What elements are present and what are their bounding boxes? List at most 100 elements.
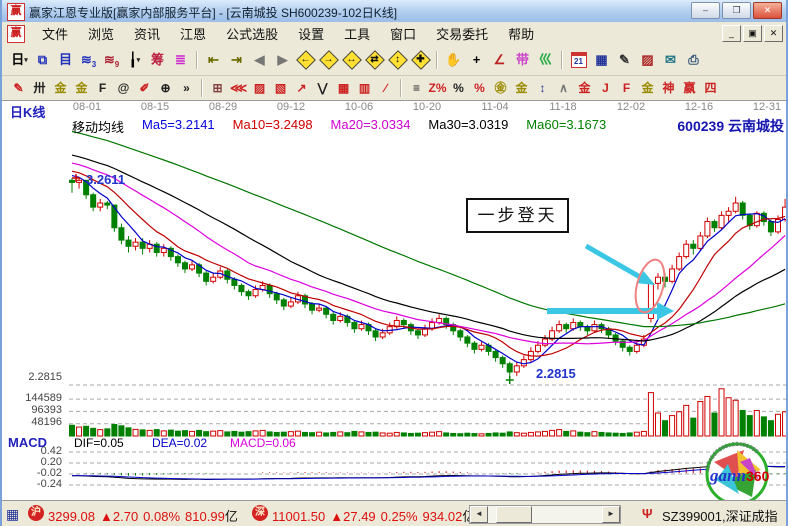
- shanghai-index-quote: 3299.08▲2.700.08%810.99亿: [48, 506, 238, 525]
- f-angle-icon[interactable]: F: [617, 79, 636, 98]
- percent-zone-icon[interactable]: Z%: [428, 79, 447, 98]
- cycle-circle-icon[interactable]: ⊕: [156, 79, 175, 98]
- percent-lines-icon[interactable]: %: [470, 79, 489, 98]
- quote-table-icon[interactable]: ▦: [6, 506, 19, 523]
- price-ladder-icon[interactable]: ≡: [407, 79, 426, 98]
- dense-grid-icon[interactable]: ▦: [334, 79, 353, 98]
- info-panel-icon[interactable]: 目: [55, 49, 76, 70]
- menu-item-0[interactable]: 文件: [32, 22, 78, 45]
- percent-icon[interactable]: %: [449, 79, 468, 98]
- gold-circle-icon[interactable]: ㊎: [491, 79, 510, 98]
- gold-lines-icon[interactable]: 金: [512, 79, 531, 98]
- slash-lines-icon[interactable]: ∕: [376, 79, 395, 98]
- indicator-overlay-icon[interactable]: ⧉: [32, 49, 53, 70]
- calendar-icon[interactable]: 21: [568, 49, 589, 70]
- prev-bar-icon[interactable]: ◀: [249, 49, 270, 70]
- save-icon[interactable]: ▨: [637, 49, 658, 70]
- print-icon[interactable]: ⎙: [683, 49, 704, 70]
- sh-amount-unit: 亿: [225, 509, 238, 524]
- zoom-out-h-icon[interactable]: ↔: [341, 49, 362, 70]
- wave-3-icon[interactable]: ≋3: [78, 49, 99, 70]
- menu-item-5[interactable]: 设置: [288, 22, 334, 45]
- calculator-icon[interactable]: ▦: [591, 49, 612, 70]
- menu-item-2[interactable]: 资讯: [124, 22, 170, 45]
- gann-fan-icon[interactable]: ⋘: [229, 79, 248, 98]
- scroll-right-button[interactable]: ►: [602, 506, 620, 523]
- window-title: 赢家江恩专业版[赢家内部服务平台] - [云南城投 SH600239-102日K…: [29, 4, 397, 21]
- kline-period-icon[interactable]: 日▾: [9, 49, 30, 70]
- mdi-restore-button[interactable]: ▣: [743, 25, 762, 42]
- status-bar: ▦ 沪 3299.08▲2.700.08%810.99亿 深 11001.50▲…: [2, 500, 786, 526]
- ruler-bars-icon[interactable]: 卅: [30, 79, 49, 98]
- ray-arrow-icon[interactable]: ↗: [292, 79, 311, 98]
- gann-grid-gold-icon[interactable]: 金: [51, 79, 70, 98]
- menu-item-9[interactable]: 帮助: [498, 22, 544, 45]
- gold-angle2-icon[interactable]: 金: [638, 79, 657, 98]
- gold-angle-icon[interactable]: 金: [575, 79, 594, 98]
- v-lines-icon[interactable]: ⋁: [313, 79, 332, 98]
- candle-marker-icon[interactable]: ↕: [533, 79, 552, 98]
- expand-all-icon[interactable]: ✚: [410, 49, 431, 70]
- crosshair-icon[interactable]: +: [466, 49, 487, 70]
- first-page-icon[interactable]: ⇤: [203, 49, 224, 70]
- menu-item-7[interactable]: 窗口: [380, 22, 426, 45]
- shift-left-icon[interactable]: ←: [295, 49, 316, 70]
- mdi-close-button[interactable]: ✕: [764, 25, 783, 42]
- shift-right-icon[interactable]: →: [318, 49, 339, 70]
- sz-amount: 934.02: [423, 509, 463, 524]
- menu-logo-icon: 赢: [7, 25, 25, 43]
- current-index-label[interactable]: SZ399001,深证成指: [662, 506, 778, 525]
- application-window: 赢 赢家江恩专业版[赢家内部服务平台] - [云南城投 SH600239-102…: [0, 0, 788, 526]
- menu-item-4[interactable]: 公式选股: [216, 22, 288, 45]
- chart-region[interactable]: [2, 100, 786, 501]
- ying-angle-icon[interactable]: 嬴: [680, 79, 699, 98]
- zoom-in-h-icon[interactable]: ⇄: [364, 49, 385, 70]
- compress-v-icon[interactable]: ↕: [387, 49, 408, 70]
- mdi-minimize-button[interactable]: _: [722, 25, 741, 42]
- shen-angle-icon[interactable]: 神: [659, 79, 678, 98]
- memo-icon[interactable]: ✎: [614, 49, 635, 70]
- angle-measure-icon[interactable]: ∠: [489, 49, 510, 70]
- signal-icon: Ψ: [642, 506, 653, 521]
- toolbar-gann-tools: ✎卅金金F@✐⊕»⊞⋘▨▧↗⋁▦▥∕≡Z%%%㊎金↕∧金JF金神嬴四: [2, 76, 786, 100]
- box-ruler-icon[interactable]: ⊞: [208, 79, 227, 98]
- menu-item-8[interactable]: 交易委托: [426, 22, 498, 45]
- scrollbar-thumb[interactable]: [496, 506, 532, 523]
- gann-band-icon[interactable]: 带: [512, 49, 533, 70]
- title-bar: 赢 赢家江恩专业版[赢家内部服务平台] - [云南城投 SH600239-102…: [2, 0, 786, 23]
- gann-box-gold-icon[interactable]: 金: [72, 79, 91, 98]
- more-tools-icon[interactable]: »: [177, 79, 196, 98]
- mail-icon[interactable]: ✉: [660, 49, 681, 70]
- candle-style-icon[interactable]: ╽▾: [124, 49, 145, 70]
- spiral-icon[interactable]: @: [114, 79, 133, 98]
- window-maximize-button[interactable]: ❐: [722, 2, 751, 19]
- menu-item-3[interactable]: 江恩: [170, 22, 216, 45]
- gann-box-rays-icon[interactable]: ▧: [271, 79, 290, 98]
- pan-hand-icon[interactable]: ✋: [443, 49, 464, 70]
- wave-paint-icon[interactable]: 巛: [535, 49, 556, 70]
- scroll-left-button[interactable]: ◄: [470, 506, 488, 523]
- sz-index: 11001.50: [272, 509, 325, 524]
- next-bar-icon[interactable]: ▶: [272, 49, 293, 70]
- toolbar-separator: [201, 79, 203, 97]
- last-page-icon[interactable]: ⇥: [226, 49, 247, 70]
- column-grid-icon[interactable]: ▥: [355, 79, 374, 98]
- chip-distribution-icon[interactable]: 筹: [147, 49, 168, 70]
- brush-icon[interactable]: ✎: [9, 79, 28, 98]
- horizontal-scrollbar[interactable]: ◄ ►: [469, 505, 621, 524]
- gann-box-fan-icon[interactable]: ▨: [250, 79, 269, 98]
- window-minimize-button[interactable]: –: [691, 2, 720, 19]
- sz-change: ▲27.49: [330, 509, 375, 524]
- fibonacci-grid-icon[interactable]: F: [93, 79, 112, 98]
- sh-pct: 0.08%: [143, 509, 180, 524]
- wave-ab-icon[interactable]: ∧: [554, 79, 573, 98]
- volume-profile-icon[interactable]: ≣: [170, 49, 191, 70]
- si-angle-icon[interactable]: 四: [701, 79, 720, 98]
- toolbar-separator: [196, 51, 198, 69]
- menu-item-6[interactable]: 工具: [334, 22, 380, 45]
- menu-item-1[interactable]: 浏览: [78, 22, 124, 45]
- wave-9-icon[interactable]: ≋9: [101, 49, 122, 70]
- j-angle-icon[interactable]: J: [596, 79, 615, 98]
- pen-measure-icon[interactable]: ✐: [135, 79, 154, 98]
- window-close-button[interactable]: ✕: [753, 2, 782, 19]
